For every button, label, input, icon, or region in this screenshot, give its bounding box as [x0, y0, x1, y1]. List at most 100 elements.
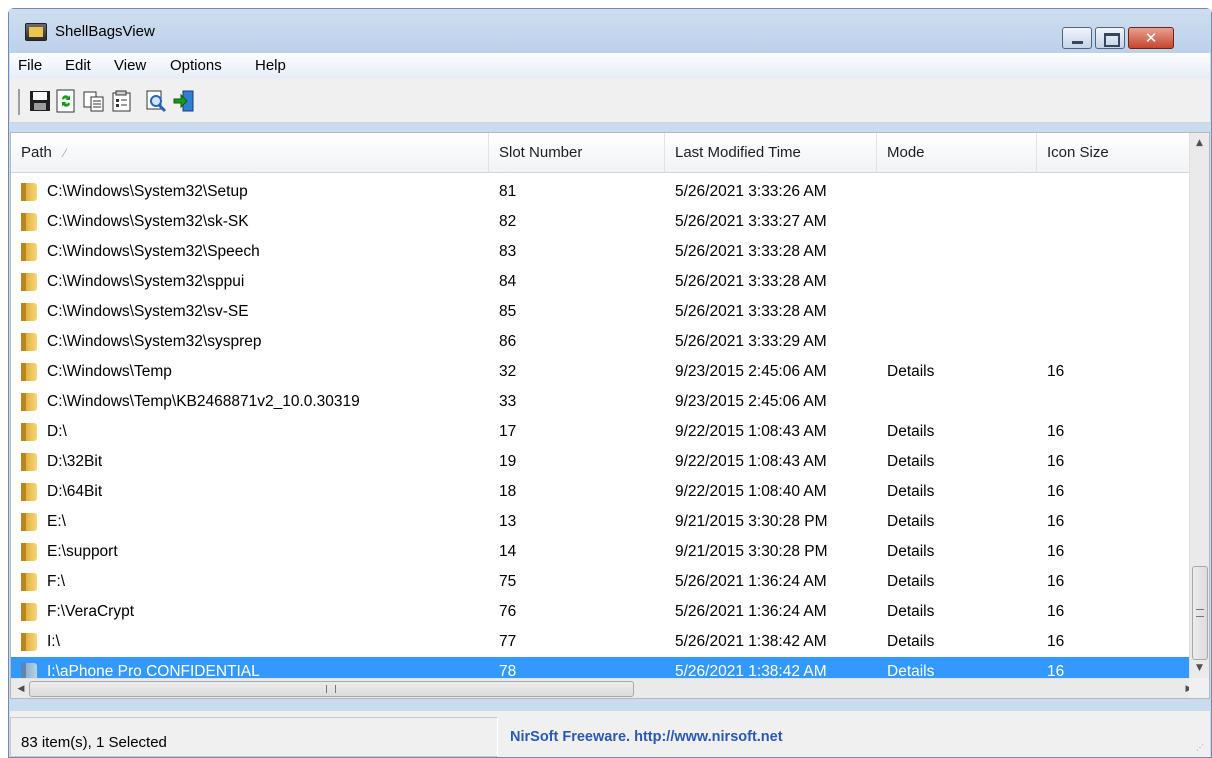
minimize-button[interactable]	[1062, 27, 1092, 49]
vertical-scroll-thumb[interactable]	[1192, 566, 1208, 660]
menu-bar: File Edit View Options Help	[10, 53, 1210, 79]
table-row[interactable]: C:\Windows\System32\sk-SK 82 5/26/2021 3:3…	[11, 207, 1189, 237]
cell-last-modified: 5/26/2021 3:33:26 AM	[675, 183, 827, 200]
cell-mode: Details	[887, 543, 935, 560]
cell-last-modified: 5/26/2021 1:36:24 AM	[675, 603, 827, 620]
column-header-path[interactable]: Path ⁄	[11, 133, 489, 173]
table-row[interactable]: D:\64Bit 18 9/22/2015 1:08:40 AM Details 16	[11, 477, 1189, 507]
column-header-mode[interactable]: Mode	[877, 133, 1037, 173]
table-row[interactable]: F:\ 75 5/26/2021 1:36:24 AM Details 16	[11, 567, 1189, 597]
scroll-down-icon[interactable]: ▼	[1190, 658, 1209, 678]
cell-path: C:\Windows\System32\sysprep	[47, 333, 262, 350]
table-row[interactable]: F:\VeraCrypt 76 5/26/2021 1:36:24 AM Detail…	[11, 597, 1189, 627]
shellbags-list[interactable]: Path ⁄ Slot Number Last Modified Time Mod…	[10, 132, 1210, 699]
cell-last-modified: 9/22/2015 1:08:40 AM	[675, 483, 827, 500]
folder-icon	[21, 483, 37, 501]
cell-slot-number: 85	[499, 303, 517, 320]
cell-icon-size: 16	[1047, 453, 1065, 470]
cell-slot-number: 32	[499, 363, 517, 380]
cell-mode: Details	[887, 423, 935, 440]
resize-grip-icon[interactable]: ⋰	[1196, 743, 1208, 755]
find-icon[interactable]	[144, 89, 168, 113]
cell-mode: Details	[887, 363, 935, 380]
toolbar	[10, 79, 1210, 123]
horizontal-grip-icon	[326, 685, 336, 693]
maximize-button[interactable]	[1095, 27, 1125, 49]
menu-options[interactable]: Options	[170, 57, 222, 74]
scroll-up-icon[interactable]: ▲	[1190, 133, 1209, 153]
cell-icon-size: 16	[1047, 603, 1065, 620]
cell-path: E:\	[47, 513, 66, 530]
exit-icon[interactable]	[172, 89, 196, 113]
save-icon[interactable]	[28, 89, 52, 113]
table-row[interactable]: E:\support 14 9/21/2015 3:30:28 PM Details 1…	[11, 537, 1189, 567]
table-row[interactable]: C:\Windows\System32\Setup 81 5/26/2021 3:3…	[11, 177, 1189, 207]
cell-path: C:\Windows\System32\Setup	[47, 183, 248, 200]
table-row[interactable]: D:\32Bit 19 9/22/2015 1:08:43 AM Details 16	[11, 447, 1189, 477]
cell-slot-number: 82	[499, 213, 517, 230]
folder-icon	[21, 363, 37, 381]
close-icon: ✕	[1144, 29, 1158, 47]
cell-slot-number: 76	[499, 603, 517, 620]
folder-icon	[21, 273, 37, 291]
table-row[interactable]: C:\Windows\Temp\KB2468871v2_10.0.30319 33…	[11, 387, 1189, 417]
cell-mode: Details	[887, 513, 935, 530]
cell-mode: Details	[887, 603, 935, 620]
folder-icon	[21, 303, 37, 321]
cell-last-modified: 9/23/2015 2:45:06 AM	[675, 393, 827, 410]
menu-help[interactable]: Help	[255, 57, 286, 74]
cell-path: C:\Windows\System32\sv-SE	[47, 303, 249, 320]
cell-path: D:\64Bit	[47, 483, 103, 500]
refresh-icon[interactable]	[54, 89, 78, 113]
cell-icon-size: 16	[1047, 543, 1065, 560]
table-row[interactable]: C:\Windows\Temp 32 9/23/2015 2:45:06 AM Det…	[11, 357, 1189, 387]
table-row[interactable]: D:\ 17 9/22/2015 1:08:43 AM Details 16	[11, 417, 1189, 447]
vertical-grip-icon	[1196, 609, 1204, 617]
folder-icon	[21, 183, 37, 201]
menu-view[interactable]: View	[114, 57, 146, 74]
cell-path: C:\Windows\System32\Speech	[47, 243, 260, 260]
table-row[interactable]: C:\Windows\System32\sppui 84 5/26/2021 3:3…	[11, 267, 1189, 297]
properties-icon[interactable]	[110, 89, 134, 113]
status-credit: NirSoft Freeware. http://www.nirsoft.net	[500, 717, 1200, 757]
cell-last-modified: 5/26/2021 3:33:28 AM	[675, 273, 827, 290]
folder-icon	[21, 423, 37, 441]
cell-icon-size: 16	[1047, 363, 1065, 380]
vertical-scrollbar[interactable]: ▲ ▼	[1189, 133, 1209, 678]
table-row[interactable]: I:\ 77 5/26/2021 1:38:42 AM Details 16	[11, 627, 1189, 657]
close-button[interactable]: ✕	[1128, 27, 1174, 49]
cell-slot-number: 77	[499, 633, 517, 650]
menu-edit[interactable]: Edit	[65, 57, 91, 74]
title-bar[interactable]: ShellBagsView ✕	[9, 9, 1211, 53]
cell-slot-number: 18	[499, 483, 517, 500]
cell-mode: Details	[887, 573, 935, 590]
cell-path: D:\	[47, 423, 67, 440]
horizontal-scroll-thumb[interactable]	[29, 681, 634, 697]
column-header-last-modified[interactable]: Last Modified Time	[665, 133, 877, 173]
cell-last-modified: 5/26/2021 1:36:24 AM	[675, 573, 827, 590]
cell-icon-size: 16	[1047, 483, 1065, 500]
scroll-corner	[1189, 678, 1209, 698]
sort-indicator-icon: ⁄	[63, 146, 66, 160]
horizontal-scrollbar[interactable]: ◀ ▶	[11, 678, 1209, 698]
cell-path: C:\Windows\System32\sppui	[47, 273, 245, 290]
cell-last-modified: 5/26/2021 3:33:29 AM	[675, 333, 827, 350]
cell-last-modified: 5/26/2021 3:33:27 AM	[675, 213, 827, 230]
table-row[interactable]: C:\Windows\System32\Speech 83 5/26/2021 3:…	[11, 237, 1189, 267]
cell-icon-size: 16	[1047, 423, 1065, 440]
folder-icon	[21, 633, 37, 651]
menu-file[interactable]: File	[18, 57, 42, 74]
folder-icon	[21, 453, 37, 471]
column-header-slot-number[interactable]: Slot Number	[489, 133, 665, 173]
nirsoft-link[interactable]: NirSoft Freeware. http://www.nirsoft.net	[510, 729, 783, 745]
table-row[interactable]: C:\Windows\System32\sv-SE 85 5/26/2021 3:3…	[11, 297, 1189, 327]
column-header-icon-size[interactable]: Icon Size	[1037, 133, 1189, 173]
folder-icon	[21, 393, 37, 411]
scroll-left-icon[interactable]: ◀	[11, 679, 31, 699]
window-title: ShellBagsView	[55, 23, 155, 40]
cell-last-modified: 5/26/2021 3:33:28 AM	[675, 303, 827, 320]
table-row[interactable]: C:\Windows\System32\sysprep 86 5/26/2021 3…	[11, 327, 1189, 357]
copy-icon[interactable]	[82, 89, 106, 113]
table-row[interactable]: E:\ 13 9/21/2015 3:30:28 PM Details 16	[11, 507, 1189, 537]
status-bar: 83 item(s), 1 Selected NirSoft Freeware.…	[10, 711, 1210, 757]
